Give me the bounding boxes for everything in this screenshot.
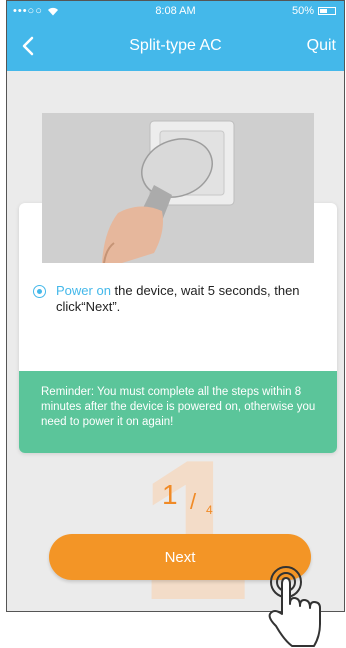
battery-percent: 50% [291, 5, 314, 17]
instruction: Power on the device, wait 5 seconds, the… [33, 283, 323, 315]
battery-icon [318, 7, 336, 15]
step-watermark: 1 [139, 419, 251, 612]
tap-hand-icon [268, 566, 321, 647]
step-total: 4 [206, 503, 213, 517]
step-indicator: 1 / 4 [162, 479, 213, 517]
page-title: Split-type AC [129, 37, 222, 54]
instruction-highlight: Power on [56, 283, 111, 298]
quit-button[interactable]: Quit [307, 37, 336, 55]
battery-status: 50% [292, 5, 336, 17]
radio-icon [33, 285, 46, 298]
instruction-text: Power on the device, wait 5 seconds, the… [56, 283, 323, 315]
status-bar: •••○○ 8:08 AM 50% [7, 1, 344, 23]
step-separator: / [190, 489, 197, 514]
plug-photo [42, 113, 314, 263]
nav-bar: Split-type AC Quit [7, 23, 344, 71]
reminder-text: Reminder: You must complete all the step… [19, 371, 337, 453]
phone-screen: •••○○ 8:08 AM 50% Split-type AC Quit 1 P… [6, 0, 345, 612]
step-current: 1 [162, 479, 178, 510]
